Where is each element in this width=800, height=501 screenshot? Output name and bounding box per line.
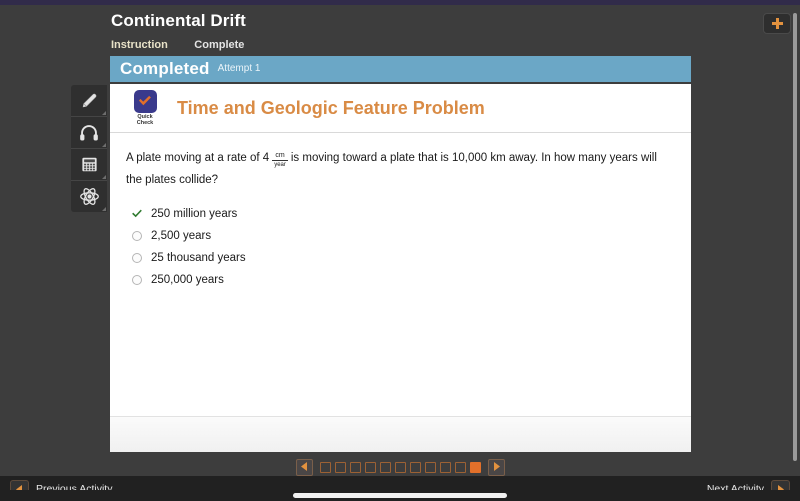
- tool-sidebar: [71, 85, 107, 212]
- radio-empty-icon[interactable]: [126, 253, 148, 263]
- vertical-scrollbar[interactable]: [793, 13, 797, 461]
- pencil-icon: [80, 91, 99, 110]
- atom-icon: [79, 186, 100, 207]
- audio-tool[interactable]: [71, 117, 107, 149]
- quick-check-badge: Quick Check: [128, 89, 162, 127]
- activity-card: Quick Check Time and Geologic Feature Pr…: [110, 84, 691, 452]
- pagination-dot[interactable]: [424, 461, 436, 473]
- plus-icon: [771, 17, 784, 30]
- horizontal-scrollbar-track[interactable]: [0, 490, 800, 501]
- triangle-left-icon: [300, 458, 308, 476]
- calculator-icon: [80, 155, 99, 174]
- answer-option[interactable]: 250 million years: [126, 203, 675, 225]
- annotate-tool[interactable]: [71, 85, 107, 117]
- headphones-icon: [79, 124, 99, 142]
- check-icon: [133, 89, 157, 113]
- pagination-dot[interactable]: [334, 461, 346, 473]
- answer-option[interactable]: 2,500 years: [126, 225, 675, 247]
- unit-fraction: cm year: [272, 152, 288, 169]
- answer-option-label: 25 thousand years: [151, 252, 246, 264]
- breadcrumb: Instruction Complete: [111, 35, 266, 51]
- pagination-prev-button[interactable]: [295, 458, 313, 476]
- periodic-table-tool[interactable]: [71, 181, 107, 212]
- fraction-denominator: year: [274, 162, 286, 168]
- radio-empty-icon[interactable]: [126, 231, 148, 241]
- answer-option-label: 2,500 years: [151, 230, 212, 242]
- pagination-dot-current[interactable]: [469, 461, 481, 473]
- tool-corner-marker: [102, 143, 106, 147]
- page-title: Continental Drift: [111, 11, 246, 30]
- pagination: [0, 456, 800, 478]
- calculator-tool[interactable]: [71, 149, 107, 181]
- pagination-dot[interactable]: [364, 461, 376, 473]
- answer-option[interactable]: 250,000 years: [126, 269, 675, 291]
- tool-corner-marker: [102, 111, 106, 115]
- pagination-dot[interactable]: [379, 461, 391, 473]
- activity-body: A plate moving at a rate of 4 cm year is mo…: [110, 133, 691, 418]
- activity-footer: [110, 416, 691, 452]
- fraction-numerator: cm: [272, 152, 288, 161]
- tool-corner-marker: [102, 175, 106, 179]
- question-text: A plate moving at a rate of 4 cm year is mo…: [126, 147, 675, 191]
- answer-option-label: 250,000 years: [151, 274, 224, 286]
- answer-option[interactable]: 25 thousand years: [126, 247, 675, 269]
- badge-line-2: Check: [136, 120, 154, 126]
- tab-instruction[interactable]: Instruction: [111, 39, 168, 51]
- radio-empty-icon[interactable]: [126, 275, 148, 285]
- pagination-dot[interactable]: [349, 461, 361, 473]
- pagination-dot[interactable]: [394, 461, 406, 473]
- add-button[interactable]: [763, 13, 791, 34]
- answer-option-label: 250 million years: [151, 208, 238, 220]
- attempt-label: Attempt 1: [217, 63, 261, 74]
- status-badge: Completed Attempt 1: [110, 56, 691, 82]
- status-label: Completed: [120, 59, 210, 78]
- quick-check-label: Quick Check: [137, 114, 154, 127]
- app-shell: Continental Drift Instruction Complete C…: [0, 5, 800, 476]
- activity-title: Time and Geologic Feature Problem: [177, 97, 485, 118]
- activity-header: Quick Check Time and Geologic Feature Pr…: [110, 84, 691, 133]
- answer-options: 250 million years 2,500 years 25 thousan…: [126, 203, 675, 291]
- tool-corner-marker: [102, 207, 106, 211]
- horizontal-scrollbar-thumb[interactable]: [293, 493, 507, 498]
- pagination-dot[interactable]: [319, 461, 331, 473]
- question-part-1: A plate moving at a rate of 4: [126, 152, 270, 164]
- green-check-icon: [126, 208, 148, 220]
- pagination-dot[interactable]: [409, 461, 421, 473]
- pagination-dot[interactable]: [454, 461, 466, 473]
- pagination-next-button[interactable]: [487, 458, 505, 476]
- badge-line-1: Quick: [137, 113, 153, 120]
- pagination-dot[interactable]: [439, 461, 451, 473]
- tab-complete[interactable]: Complete: [194, 39, 244, 51]
- triangle-right-icon: [493, 458, 500, 476]
